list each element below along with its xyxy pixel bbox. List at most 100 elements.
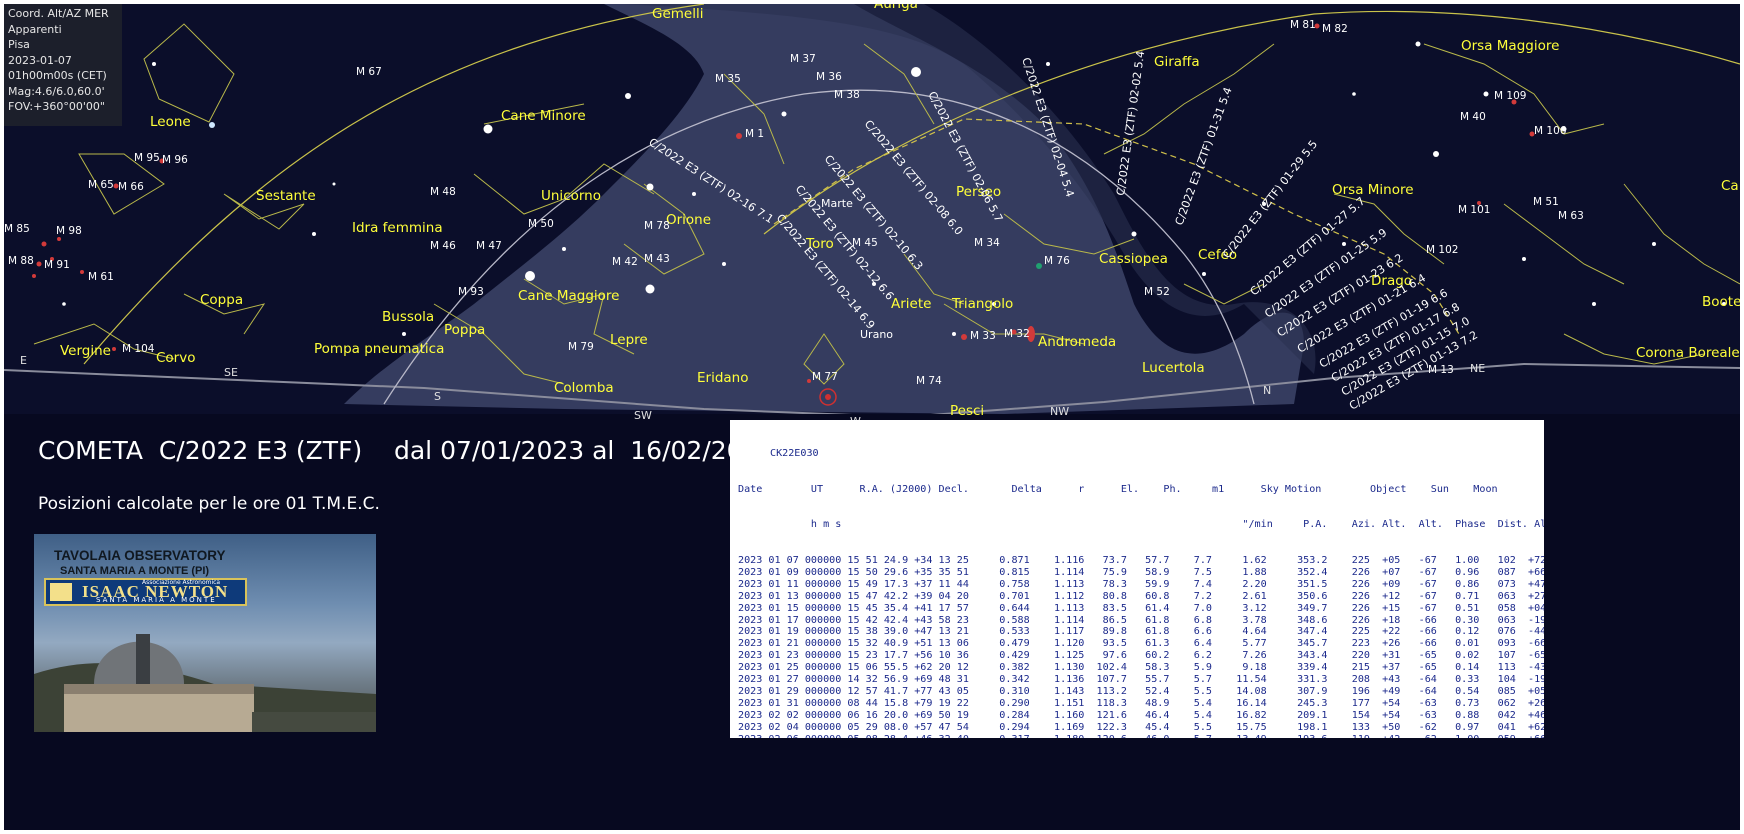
info-line-coord: Coord. Alt/AZ MER — [8, 7, 109, 20]
label-southwest: SW — [634, 409, 652, 422]
label-m76: M 76 — [1044, 255, 1070, 267]
label-auriga: Auriga — [874, 4, 918, 12]
label-boote: Boote — [1702, 294, 1740, 310]
label-unicorno: Unicorno — [541, 188, 601, 204]
label-m36: M 36 — [816, 71, 842, 83]
label-m50: M 50 — [528, 218, 554, 230]
label-leone: Leone — [150, 114, 191, 130]
info-line-date: 2023-01-07 — [8, 53, 72, 67]
info-line-location: Pisa — [8, 38, 30, 51]
ephemeris-rows: 2023 01 07 000000 15 51 24.9 +34 13 25 0… — [738, 555, 1544, 738]
label-east: E — [20, 354, 27, 367]
label-northeast: NE — [1470, 362, 1485, 375]
label-m33: M 33 — [970, 330, 996, 342]
label-m102: M 102 — [1426, 244, 1458, 256]
label-m61: M 61 — [88, 271, 114, 283]
ephemeris-row: 2023 02 04 000000 05 29 08.0 +57 47 54 0… — [738, 721, 1544, 733]
label-cassiopea: Cassiopea — [1099, 251, 1168, 267]
label-cane-maggiore: Cane Maggiore — [518, 288, 619, 304]
andromeda-blob — [1036, 263, 1042, 269]
ephemeris-row: 2023 01 27 000000 14 32 56.9 +69 48 31 0… — [738, 674, 1544, 686]
label-andromeda: Andromeda — [1038, 334, 1116, 350]
observatory-place: SANTA MARIA A MONTE (PI) — [60, 565, 210, 577]
label-m85: M 85 — [4, 223, 30, 235]
label-m98: M 98 — [56, 225, 82, 237]
label-southeast: SE — [224, 366, 238, 379]
ephemeris-table: CK22E030 Date UT R.A. (J2000) Decl. Delt… — [730, 420, 1544, 738]
aim-marker-inner — [825, 394, 831, 400]
label-m43: M 43 — [644, 253, 670, 265]
info-line-fov: FOV:+360°00'00" — [8, 100, 105, 113]
label-m66: M 66 — [118, 181, 144, 193]
label-colomba: Colomba — [554, 380, 614, 396]
label-sestante: Sestante — [256, 188, 316, 204]
sky-map: Gemelli Auriga Giraffa Orsa Maggiore Leo… — [4, 4, 1740, 830]
ephemeris-code: CK22E030 — [770, 447, 819, 459]
label-coppa: Coppa — [200, 292, 243, 308]
label-bussola: Bussola — [382, 309, 434, 325]
ephemeris-row: 2023 01 07 000000 15 51 24.9 +34 13 25 0… — [738, 554, 1544, 566]
label-m38: M 38 — [834, 89, 860, 101]
label-giraffa: Giraffa — [1154, 54, 1200, 70]
ephemeris-header-1: Date UT R.A. (J2000) Decl. Delta r El. P… — [738, 483, 1498, 495]
label-m46: M 46 — [430, 240, 456, 252]
label-m48: M 48 — [430, 186, 456, 198]
observatory-photo: TAVOLAIA OBSERVATORY SANTA MARIA A MONTE… — [34, 534, 376, 732]
label-marte: Marte — [821, 197, 853, 210]
info-line-time: 01h00m00s (CET) — [8, 69, 107, 82]
label-m37: M 37 — [790, 53, 816, 65]
label-m65: M 65 — [88, 179, 114, 191]
label-m81: M 81 — [1290, 19, 1316, 31]
label-eridano: Eridano — [697, 370, 749, 386]
label-poppa: Poppa — [444, 322, 485, 338]
label-vergine: Vergine — [60, 343, 111, 359]
label-m106: M 106 — [1534, 125, 1567, 137]
info-line-apparent: Apparenti — [8, 22, 62, 36]
label-m79: M 79 — [568, 341, 594, 353]
info-box: Coord. Alt/AZ MER Apparenti Pisa 2023-01… — [4, 4, 122, 126]
label-orsa-minore: Orsa Minore — [1332, 182, 1414, 198]
label-orsa-maggiore: Orsa Maggiore — [1461, 38, 1559, 54]
label-lucertola: Lucertola — [1142, 360, 1205, 376]
label-m101: M 101 — [1458, 204, 1490, 216]
label-m51: M 51 — [1533, 196, 1559, 208]
label-idra-femmina: Idra femmina — [352, 220, 443, 236]
label-cane-minore: Cane Minore — [501, 108, 586, 124]
ephemeris-row: 2023 01 25 000000 15 06 55.5 +62 20 12 0… — [738, 662, 1544, 674]
label-m32: M 32 — [1004, 328, 1030, 340]
label-gemelli: Gemelli — [652, 6, 703, 22]
label-pesci: Pesci — [950, 403, 984, 419]
logo-bottom-text: SANTA MARIA A MONTE — [96, 596, 217, 604]
ephemeris-row: 2023 01 09 000000 15 50 29.6 +35 35 51 0… — [738, 566, 1544, 578]
ephemeris-row: 2023 01 13 000000 15 47 42.2 +39 04 20 0… — [738, 590, 1544, 602]
label-m96: M 96 — [162, 154, 188, 166]
label-pompa-pneumatica: Pompa pneumatica — [314, 341, 444, 357]
label-corona-boreale: Corona Boreale — [1636, 345, 1740, 361]
label-m104: M 104 — [122, 343, 155, 355]
info-line-mag: Mag:4.6/6.0,60.0' — [8, 84, 105, 98]
logo-mark-icon — [50, 583, 72, 601]
label-m109: M 109 — [1494, 90, 1526, 102]
ephemeris-row: 2023 01 19 000000 15 38 39.0 +47 13 21 0… — [738, 626, 1544, 638]
label-m67: M 67 — [356, 66, 382, 78]
label-m74: M 74 — [916, 375, 942, 387]
label-m1: M 1 — [745, 128, 764, 140]
observatory-building — [34, 634, 376, 732]
label-m93: M 93 — [458, 286, 484, 298]
label-m63: M 63 — [1558, 210, 1584, 222]
label-northwest: NW — [1050, 405, 1069, 418]
label-triangolo: Triangolo — [951, 296, 1013, 312]
label-ca: Ca — [1721, 178, 1739, 194]
ephemeris-header-2: h m s "/min P.A. Azi. Alt. Alt. Phase Di… — [738, 519, 1544, 531]
page-subtitle: Posizioni calcolate per le ore 01 T.M.E.… — [38, 494, 380, 514]
label-ariete: Ariete — [891, 296, 931, 312]
label-m35: M 35 — [715, 73, 741, 85]
label-south: S — [434, 390, 441, 403]
label-m82: M 82 — [1322, 23, 1348, 35]
label-m42: M 42 — [612, 256, 638, 268]
label-m88: M 88 — [8, 255, 34, 267]
ephemeris-row: 2023 01 31 000000 08 44 15.8 +79 19 22 0… — [738, 697, 1544, 709]
label-m78: M 78 — [644, 220, 670, 232]
label-m95: M 95 — [134, 152, 160, 164]
ephemeris-row: 2023 01 17 000000 15 42 42.4 +43 58 23 0… — [738, 614, 1544, 626]
